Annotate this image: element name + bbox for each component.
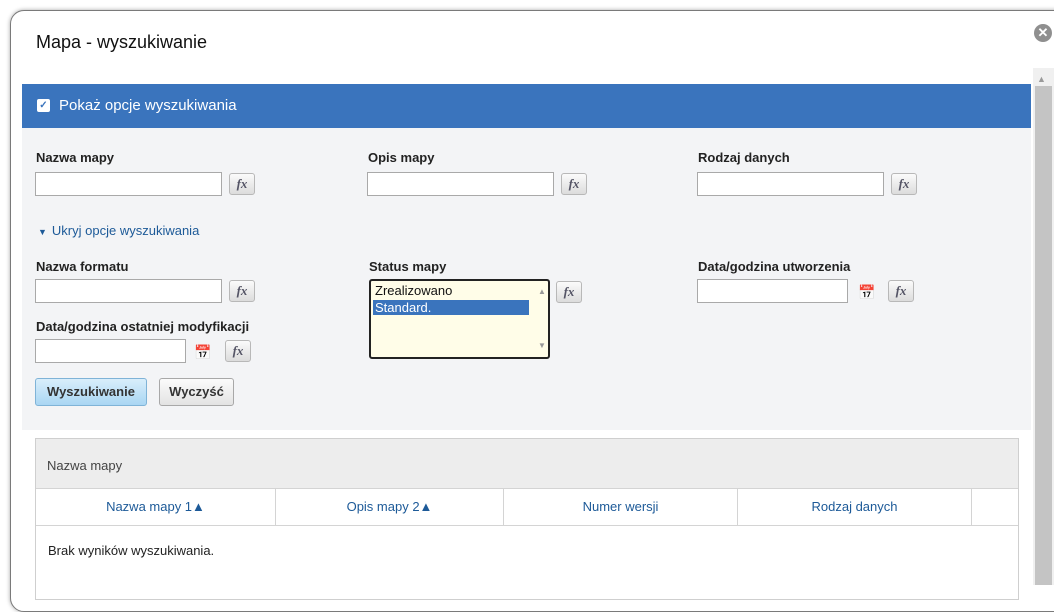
listbox-down-icon[interactable]: ▼: [538, 341, 546, 350]
modified-label: Data/godzina ostatniej modyfikacji: [36, 319, 250, 334]
close-icon[interactable]: ✕: [1034, 24, 1052, 42]
modified-fx-button[interactable]: fx: [225, 340, 251, 362]
clear-button[interactable]: Wyczyść: [159, 378, 234, 406]
created-input[interactable]: [697, 279, 848, 303]
data-type-input[interactable]: [697, 172, 884, 196]
created-label: Data/godzina utworzenia: [698, 259, 851, 274]
format-name-input[interactable]: [35, 279, 222, 303]
dialog-title: Mapa - wyszukiwanie: [36, 32, 208, 52]
map-description-fx-button[interactable]: fx: [561, 173, 587, 195]
map-status-option[interactable]: Zrealizowano: [373, 283, 529, 298]
scrollbar-thumb[interactable]: [1035, 86, 1052, 585]
results-table: Nazwa mapy Nazwa mapy 1▲ Opis mapy 2▲ Nu…: [35, 438, 1019, 600]
modified-input[interactable]: [35, 339, 186, 363]
map-name-fx-button[interactable]: fx: [229, 173, 255, 195]
map-description-input[interactable]: [367, 172, 554, 196]
search-options-header[interactable]: ✓ Pokaż opcje wyszukiwania: [22, 84, 1031, 128]
data-type-fx-button[interactable]: fx: [891, 173, 917, 195]
map-status-label: Status mapy: [369, 259, 447, 274]
column-header-map-name[interactable]: Nazwa mapy 1▲: [36, 489, 276, 525]
map-status-option-selected[interactable]: Standard.: [373, 300, 529, 315]
format-name-label: Nazwa formatu: [36, 259, 129, 274]
listbox-up-icon[interactable]: ▲: [538, 287, 546, 296]
hide-options-link[interactable]: ▼ Ukryj opcje wyszukiwania: [38, 223, 199, 238]
map-name-label: Nazwa mapy: [36, 150, 115, 165]
map-status-fx-button[interactable]: fx: [556, 281, 582, 303]
table-header-row: Nazwa mapy 1▲ Opis mapy 2▲ Numer wersji …: [36, 488, 1018, 526]
map-description-label: Opis mapy: [368, 150, 435, 165]
scroll-up-icon[interactable]: ▲: [1037, 74, 1046, 84]
map-status-listbox[interactable]: Zrealizowano Standard. ▲ ▼: [369, 279, 550, 359]
results-title-bar: Nazwa mapy: [36, 439, 1018, 488]
calendar-icon[interactable]: 📅: [858, 282, 876, 302]
hide-options-label: Ukryj opcje wyszukiwania: [51, 223, 200, 238]
search-options-header-label: Pokaż opcje wyszukiwania: [59, 97, 237, 114]
column-header-data-type[interactable]: Rodzaj danych: [738, 489, 972, 525]
created-fx-button[interactable]: fx: [888, 280, 914, 302]
empty-results-message: Brak wyników wyszukiwania.: [48, 543, 215, 558]
column-header-version[interactable]: Numer wersji: [504, 489, 738, 525]
map-name-input[interactable]: [35, 172, 222, 196]
triangle-down-icon: ▼: [38, 227, 47, 237]
calendar-icon[interactable]: 📅: [194, 342, 212, 362]
column-header-map-description[interactable]: Opis mapy 2▲: [276, 489, 504, 525]
checkbox-icon[interactable]: ✓: [37, 99, 50, 112]
data-type-label: Rodzaj danych: [698, 150, 790, 165]
format-name-fx-button[interactable]: fx: [229, 280, 255, 302]
search-button[interactable]: Wyszukiwanie: [35, 378, 147, 406]
results-title: Nazwa mapy: [47, 458, 123, 473]
